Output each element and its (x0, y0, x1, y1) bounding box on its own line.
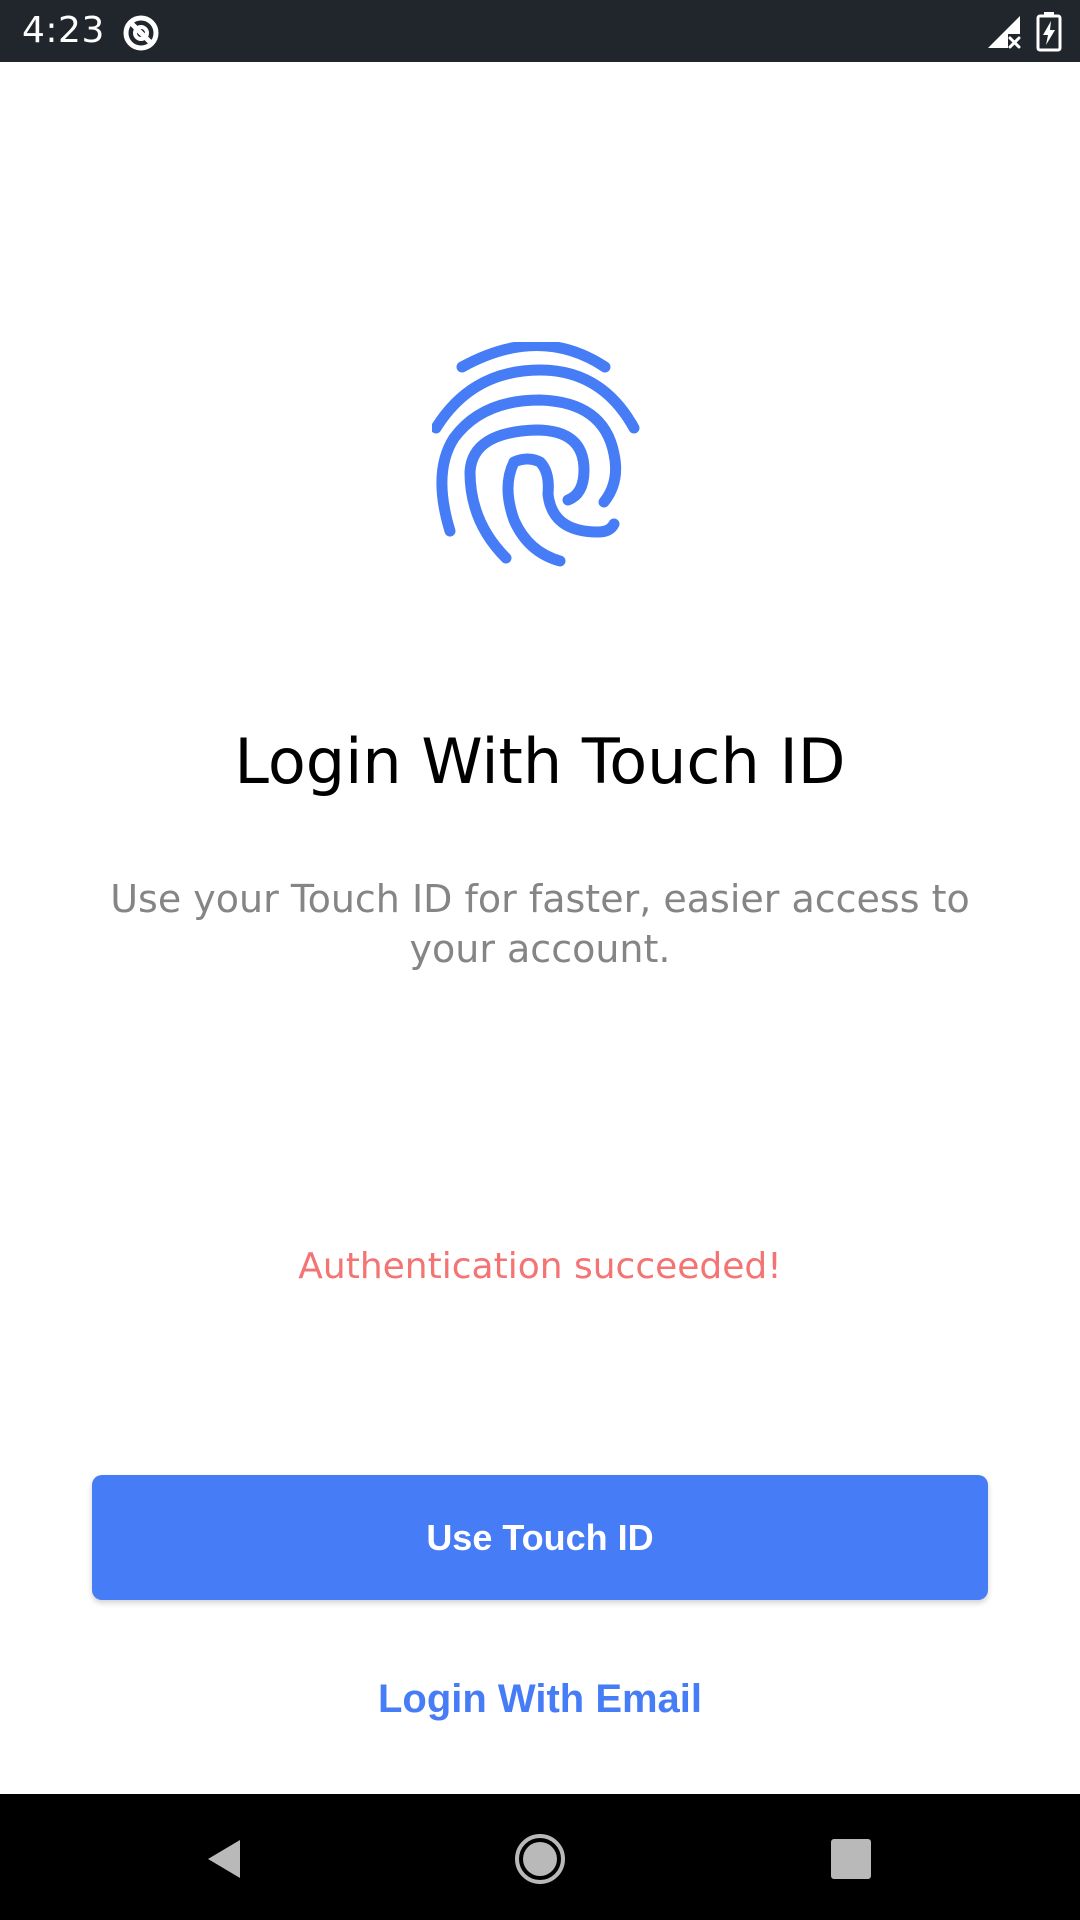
recents-icon[interactable] (806, 1814, 896, 1904)
battery-charging-icon (1036, 12, 1062, 52)
page-title: Login With Touch ID (234, 725, 846, 798)
page-subtitle: Use your Touch ID for faster, easier acc… (110, 877, 970, 971)
home-icon[interactable] (495, 1814, 585, 1904)
status-bar: 4:23 (0, 0, 1080, 62)
status-time: 4:23 (22, 10, 105, 51)
back-icon[interactable] (180, 1814, 270, 1904)
login-with-email-button[interactable]: Login With Email (290, 1668, 790, 1730)
do-not-disturb-icon (120, 12, 162, 54)
use-touch-id-button[interactable]: Use Touch ID (92, 1475, 988, 1600)
navigation-bar (0, 1794, 1080, 1920)
authentication-status-message: Authentication succeeded! (298, 1246, 782, 1287)
signal-no-data-icon (986, 14, 1022, 50)
fingerprint-icon (432, 342, 648, 578)
